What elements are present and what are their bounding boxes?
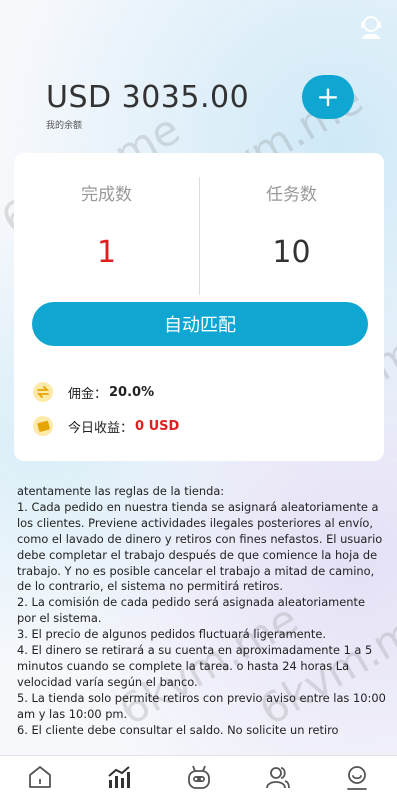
store-rules-text: atentamente las reglas de la tienda: 1. …	[17, 484, 386, 737]
robot-icon	[187, 765, 210, 789]
completed-label: 完成数	[81, 185, 132, 205]
balance-amount: USD 3035.00	[46, 80, 250, 115]
team-icon	[266, 766, 290, 788]
tasks-label: 任务数	[266, 185, 317, 205]
earnings-row: 今日收益： 0 USD	[32, 415, 179, 437]
chart-icon	[108, 765, 131, 788]
add-funds-button[interactable]: +	[302, 75, 354, 119]
auto-match-button[interactable]: 自动匹配	[32, 302, 368, 346]
task-card: 完成数 1 任务数 10 自动匹配 佣金： 20.0% 今日收益： 0 USD	[14, 153, 384, 461]
bottom-nav	[0, 755, 397, 797]
profile-icon	[347, 765, 368, 790]
commission-value: 20.0%	[109, 384, 155, 400]
home-icon	[28, 765, 51, 788]
tasks-stat: 任务数 10	[199, 153, 384, 270]
earnings-value: 0 USD	[135, 418, 180, 434]
balance-caption: 我的余额	[46, 121, 83, 131]
exchange-icon	[32, 381, 54, 403]
nav-team[interactable]	[238, 756, 317, 797]
nav-grab[interactable]	[159, 756, 238, 797]
commission-row: 佣金： 20.0%	[32, 381, 154, 403]
nav-home[interactable]	[0, 756, 79, 797]
service-icon[interactable]	[359, 14, 383, 40]
nav-records[interactable]	[79, 756, 158, 797]
completed-stat: 完成数 1	[14, 153, 199, 270]
completed-value: 1	[96, 235, 117, 270]
tasks-value: 10	[272, 235, 311, 270]
nav-profile[interactable]	[318, 756, 397, 797]
commission-label: 佣金：	[68, 386, 108, 402]
wallet-icon	[32, 415, 54, 437]
earnings-label: 今日收益：	[68, 420, 134, 436]
